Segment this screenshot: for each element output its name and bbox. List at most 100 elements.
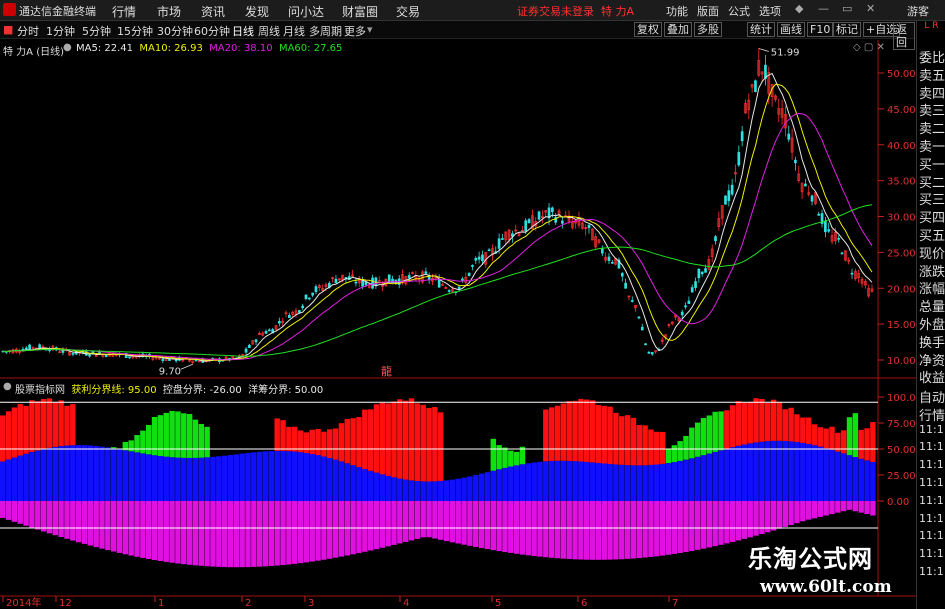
ind-bar-magenta-147 <box>858 501 864 513</box>
side-lower-2[interactable]: 11:1 <box>919 423 944 436</box>
ind-bar-blue-35 <box>204 457 210 501</box>
side-item-14[interactable]: 总量 <box>919 296 945 315</box>
ind-bar-magenta-58 <box>338 501 345 557</box>
side-lower-5[interactable]: 11:1 <box>919 476 944 489</box>
side-lower-9[interactable]: 11:1 <box>919 547 944 560</box>
side-item-17[interactable]: 净资 <box>919 350 945 369</box>
ind-bar-magenta-106 <box>619 501 625 560</box>
ind-bar-blue-137 <box>800 442 806 501</box>
ind-bar-magenta-146 <box>852 501 859 512</box>
ind-bar-magenta-109 <box>636 501 642 559</box>
ind-bar-magenta-27 <box>157 501 164 561</box>
ind-bar-red-112 <box>654 431 660 465</box>
side-lower-10[interactable]: 11:1 <box>919 565 944 578</box>
side-item-7[interactable]: 买二 <box>919 172 945 191</box>
candle-body-140 <box>467 272 471 277</box>
chart-settings-icon[interactable]: ● <box>63 42 72 53</box>
side-item-18[interactable]: 收益 <box>919 367 945 386</box>
side-item-1[interactable]: 卖五 <box>919 65 945 84</box>
ind-bar-magenta-110 <box>642 501 648 558</box>
ind-bar-magenta-48 <box>280 501 286 566</box>
side-lower-0[interactable]: 自动 <box>919 387 945 406</box>
ind-bar-magenta-102 <box>595 501 602 560</box>
ind-bar-blue-25 <box>146 454 152 501</box>
ind-bar-magenta-14 <box>81 501 88 544</box>
ind-bar-blue-94 <box>548 460 555 501</box>
ind-bar-green-29 <box>169 410 175 458</box>
side-lower-7[interactable]: 11:1 <box>919 512 944 525</box>
ind-bar-magenta-49 <box>286 501 292 565</box>
ind-bar-blue-11 <box>64 445 70 501</box>
side-item-5[interactable]: 卖一 <box>919 136 945 155</box>
ind-bar-magenta-103 <box>601 501 607 560</box>
ma20-label: MA20: 38.10 <box>209 43 273 54</box>
chart-canvas[interactable]: 50.0045.0040.0035.0030.0025.0020.0015.00… <box>0 0 916 609</box>
side-lower-4[interactable]: 11:1 <box>919 458 944 471</box>
candle-body-146 <box>487 249 491 252</box>
side-lower-1[interactable]: 行情 <box>919 405 945 424</box>
ind-bar-magenta-61 <box>356 501 362 554</box>
ind-bar-blue-122 <box>712 451 718 501</box>
side-item-11[interactable]: 现价 <box>919 243 945 262</box>
ind-bar-blue-67 <box>391 477 397 501</box>
ind-bar-blue-5 <box>29 452 35 501</box>
side-item-3[interactable]: 卖三 <box>919 100 945 119</box>
ma-line-5 <box>2 72 873 362</box>
side-item-13[interactable]: 涨幅 <box>919 278 945 297</box>
candle-body-219 <box>730 184 734 195</box>
candle-body-168 <box>561 220 564 224</box>
ind-bar-magenta-39 <box>227 501 234 568</box>
ma-legend: MA5: 22.41 MA10: 26.93 MA20: 38.10 MA60:… <box>76 43 342 54</box>
ind-bar-green-24 <box>140 430 146 454</box>
price-label-8: 10.00 <box>887 356 916 367</box>
side-panel-toggle[interactable]: L R <box>917 21 945 35</box>
candle-body-208 <box>694 281 697 288</box>
ind-bar-blue-68 <box>397 478 403 501</box>
side-item-4[interactable]: 卖二 <box>919 118 945 137</box>
side-lower-8[interactable]: 11:1 <box>919 529 944 542</box>
ind-bar-blue-125 <box>730 447 736 501</box>
ind-bar-magenta-30 <box>175 501 181 564</box>
candle-body-144 <box>481 254 484 262</box>
ind-bar-blue-120 <box>700 455 707 501</box>
candle-body-58 <box>194 359 198 362</box>
side-item-0[interactable]: 委比 <box>919 47 945 66</box>
chart-toggle-icon[interactable]: ◇ ▢ ✕ <box>853 42 885 53</box>
candle-body-86 <box>287 314 291 319</box>
ind-bar-blue-97 <box>566 460 572 501</box>
ind-bar-magenta-64 <box>373 501 380 550</box>
ind-bar-green-122 <box>712 411 718 452</box>
ind-bar-blue-142 <box>829 449 835 501</box>
side-item-6[interactable]: 买一 <box>919 154 945 173</box>
candle-body-122 <box>407 275 411 279</box>
ind-bar-blue-149 <box>870 461 876 501</box>
ind-bar-magenta-16 <box>93 501 99 548</box>
ind-bar-magenta-38 <box>221 501 228 568</box>
side-item-10[interactable]: 买五 <box>919 225 945 244</box>
ind-bar-magenta-141 <box>823 501 829 516</box>
side-item-12[interactable]: 涨跌 <box>919 261 945 280</box>
price-label-0: 50.00 <box>887 69 916 80</box>
ind-bar-red-5 <box>29 400 35 453</box>
price-label-7: 15.00 <box>887 320 916 331</box>
side-item-16[interactable]: 换手 <box>919 332 945 351</box>
ind-bar-green-31 <box>181 413 187 458</box>
ma-line-10 <box>2 83 873 362</box>
ind-bar-magenta-81 <box>473 501 479 547</box>
side-lower-3[interactable]: 11:1 <box>919 440 944 453</box>
side-item-9[interactable]: 买四 <box>919 207 945 226</box>
candle-body-150 <box>501 238 504 240</box>
ind-bar-green-28 <box>163 412 169 457</box>
side-lower-6[interactable]: 11:1 <box>919 494 944 507</box>
ind-label-4: 0.00 <box>887 497 909 508</box>
ind-bar-magenta-12 <box>70 501 76 541</box>
chart-label: 特 力A (日线) <box>3 47 65 58</box>
side-item-15[interactable]: 外盘 <box>919 314 945 333</box>
ind-bar-green-34 <box>198 423 204 458</box>
ind-bar-magenta-28 <box>163 501 169 562</box>
side-item-2[interactable]: 卖四 <box>919 83 945 102</box>
indicator-settings-icon[interactable]: ● <box>3 381 12 392</box>
ind-bar-blue-147 <box>858 458 864 501</box>
side-item-8[interactable]: 买三 <box>919 189 945 208</box>
ind-bar-magenta-29 <box>169 501 175 563</box>
